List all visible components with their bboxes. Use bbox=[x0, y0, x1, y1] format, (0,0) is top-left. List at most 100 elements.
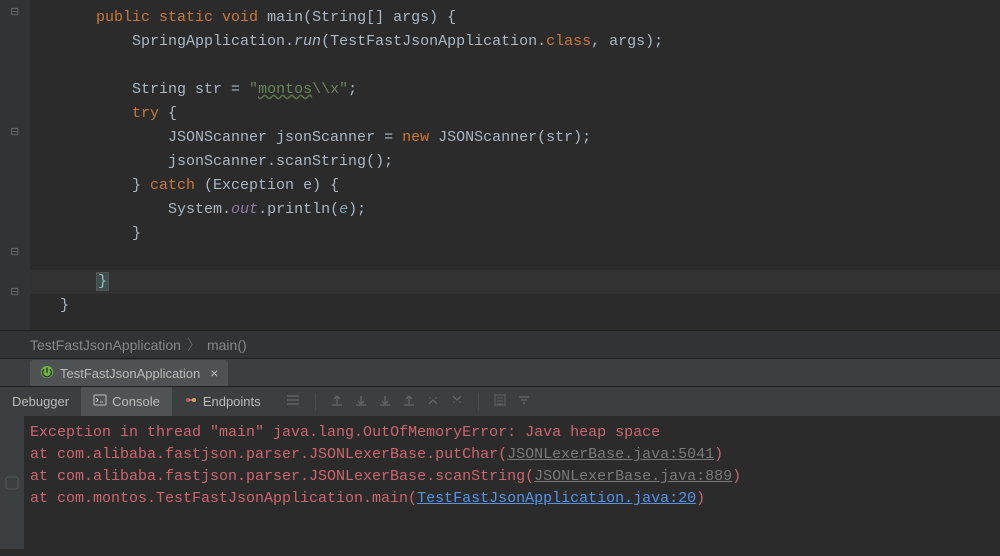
code-token: montos bbox=[258, 81, 312, 98]
tab-endpoints[interactable]: Endpoints bbox=[172, 387, 273, 416]
run-config-tab-label: TestFastJsonApplication bbox=[60, 366, 200, 381]
close-icon[interactable]: × bbox=[210, 365, 218, 381]
code-token: } bbox=[96, 272, 109, 291]
code-token: public bbox=[96, 9, 159, 26]
divider bbox=[315, 393, 316, 411]
source-link[interactable]: JSONLexerBase.java:889 bbox=[534, 468, 732, 485]
code-token: SpringApplication. bbox=[132, 33, 294, 50]
stack-text: at com.alibaba.fastjson.parser.JSONLexer… bbox=[30, 446, 507, 463]
stack-text: ) bbox=[714, 446, 723, 463]
editor-gutter[interactable]: ⊟ ⊟ ⊟ ⊟ bbox=[0, 0, 30, 330]
calculator-icon[interactable] bbox=[493, 393, 507, 410]
stack-frame: at com.alibaba.fastjson.parser.JSONLexer… bbox=[30, 466, 1000, 488]
code-line[interactable] bbox=[30, 54, 1000, 78]
breadcrumb-separator-icon: 〉 bbox=[187, 335, 201, 355]
fold-marker-icon[interactable]: ⊟ bbox=[10, 288, 20, 298]
breadcrumb-class[interactable]: TestFastJsonApplication bbox=[30, 337, 181, 353]
code-line[interactable]: } bbox=[30, 270, 1000, 294]
breadcrumb[interactable]: TestFastJsonApplication 〉 main() bbox=[0, 330, 1000, 358]
tab-debugger-label: Debugger bbox=[12, 394, 69, 409]
code-token: try bbox=[132, 105, 168, 122]
code-token: main bbox=[267, 9, 303, 26]
code-token: JSONScanner jsonScanner = bbox=[168, 129, 402, 146]
stack-text: at com.montos.TestFastJsonApplication.ma… bbox=[30, 490, 417, 507]
fold-marker-icon[interactable]: ⊟ bbox=[10, 128, 20, 138]
code-token: e bbox=[339, 201, 348, 218]
code-line[interactable]: System.out.println(e); bbox=[30, 198, 1000, 222]
code-token: JSONScanner(str); bbox=[438, 129, 591, 146]
error-text: java.lang.OutOfMemoryError: Java heap sp… bbox=[273, 424, 660, 441]
fold-marker-icon[interactable]: ⊟ bbox=[10, 8, 20, 18]
code-token: System. bbox=[168, 201, 231, 218]
endpoints-icon bbox=[184, 393, 198, 410]
code-token: String str = bbox=[132, 81, 249, 98]
error-text: Exception in thread "main" bbox=[30, 424, 273, 441]
tab-console-label: Console bbox=[112, 394, 160, 409]
code-line[interactable]: String str = "montos\\x"; bbox=[30, 78, 1000, 102]
debug-toolbar: Debugger Console Endpoints bbox=[0, 386, 1000, 416]
code-line[interactable] bbox=[30, 246, 1000, 270]
divider bbox=[478, 393, 479, 411]
code-token: { bbox=[447, 9, 456, 26]
tab-console[interactable]: Console bbox=[81, 387, 172, 416]
stack-text: ) bbox=[696, 490, 705, 507]
code-token: .println( bbox=[258, 201, 339, 218]
code-token: void bbox=[222, 9, 267, 26]
upload-icon[interactable] bbox=[402, 393, 416, 410]
code-token: \\x bbox=[312, 81, 339, 98]
code-line[interactable]: } bbox=[30, 294, 1000, 318]
code-line[interactable]: SpringApplication.run(TestFastJsonApplic… bbox=[30, 30, 1000, 54]
stack-frame: at com.alibaba.fastjson.parser.JSONLexer… bbox=[30, 444, 1000, 466]
console-gutter[interactable] bbox=[0, 416, 24, 549]
code-editor[interactable]: ⊟ ⊟ ⊟ ⊟ public static void main(String[]… bbox=[0, 0, 1000, 330]
code-token: ( bbox=[303, 9, 312, 26]
code-token: run bbox=[294, 33, 321, 50]
breadcrumb-method[interactable]: main() bbox=[207, 337, 247, 353]
spring-boot-icon bbox=[40, 365, 54, 382]
fold-marker-icon[interactable]: ⊟ bbox=[10, 248, 20, 258]
download-icon[interactable] bbox=[378, 393, 392, 410]
tab-debugger[interactable]: Debugger bbox=[0, 387, 81, 416]
code-token: " bbox=[339, 81, 348, 98]
code-line[interactable]: JSONScanner jsonScanner = new JSONScanne… bbox=[30, 126, 1000, 150]
code-token: static bbox=[159, 9, 222, 26]
code-token: String bbox=[312, 9, 366, 26]
code-area[interactable]: public static void main(String[] args) {… bbox=[30, 0, 1000, 330]
code-token: class bbox=[546, 33, 591, 50]
code-line[interactable]: try { bbox=[30, 102, 1000, 126]
source-link[interactable]: JSONLexerBase.java:5041 bbox=[507, 446, 714, 463]
code-token: } bbox=[132, 177, 150, 194]
code-token: } bbox=[60, 297, 69, 314]
code-token: [] args) bbox=[366, 9, 447, 26]
code-token: ; bbox=[348, 81, 357, 98]
run-config-tabbar: TestFastJsonApplication × bbox=[0, 358, 1000, 386]
run-config-tab[interactable]: TestFastJsonApplication × bbox=[30, 360, 228, 386]
code-token: } bbox=[132, 225, 141, 242]
debug-toolbar-actions bbox=[285, 392, 531, 411]
console-output[interactable]: Exception in thread "main" java.lang.Out… bbox=[0, 416, 1000, 549]
code-line[interactable]: } catch (Exception e) { bbox=[30, 174, 1000, 198]
code-token: (TestFastJsonApplication. bbox=[321, 33, 546, 50]
code-line[interactable]: } bbox=[30, 222, 1000, 246]
tab-endpoints-label: Endpoints bbox=[203, 394, 261, 409]
code-line[interactable]: jsonScanner.scanString(); bbox=[30, 150, 1000, 174]
settings-icon[interactable] bbox=[285, 392, 301, 411]
code-token: out bbox=[231, 201, 258, 218]
code-token: ); bbox=[348, 201, 366, 218]
download-icon[interactable] bbox=[354, 393, 368, 410]
console-line: Exception in thread "main" java.lang.Out… bbox=[30, 422, 1000, 444]
step-icon[interactable] bbox=[426, 393, 440, 410]
code-token: new bbox=[402, 129, 438, 146]
console-icon bbox=[93, 393, 107, 410]
code-token: { bbox=[168, 105, 177, 122]
export-icon[interactable] bbox=[330, 393, 344, 410]
code-token: , args); bbox=[591, 33, 663, 50]
code-token: jsonScanner.scanString(); bbox=[168, 153, 393, 170]
code-line[interactable]: public static void main(String[] args) { bbox=[30, 6, 1000, 30]
code-token: " bbox=[249, 81, 258, 98]
step-icon[interactable] bbox=[450, 393, 464, 410]
stack-text: at com.alibaba.fastjson.parser.JSONLexer… bbox=[30, 468, 534, 485]
stack-frame: at com.montos.TestFastJsonApplication.ma… bbox=[30, 488, 1000, 510]
filter-icon[interactable] bbox=[517, 393, 531, 410]
source-link[interactable]: TestFastJsonApplication.java:20 bbox=[417, 490, 696, 507]
